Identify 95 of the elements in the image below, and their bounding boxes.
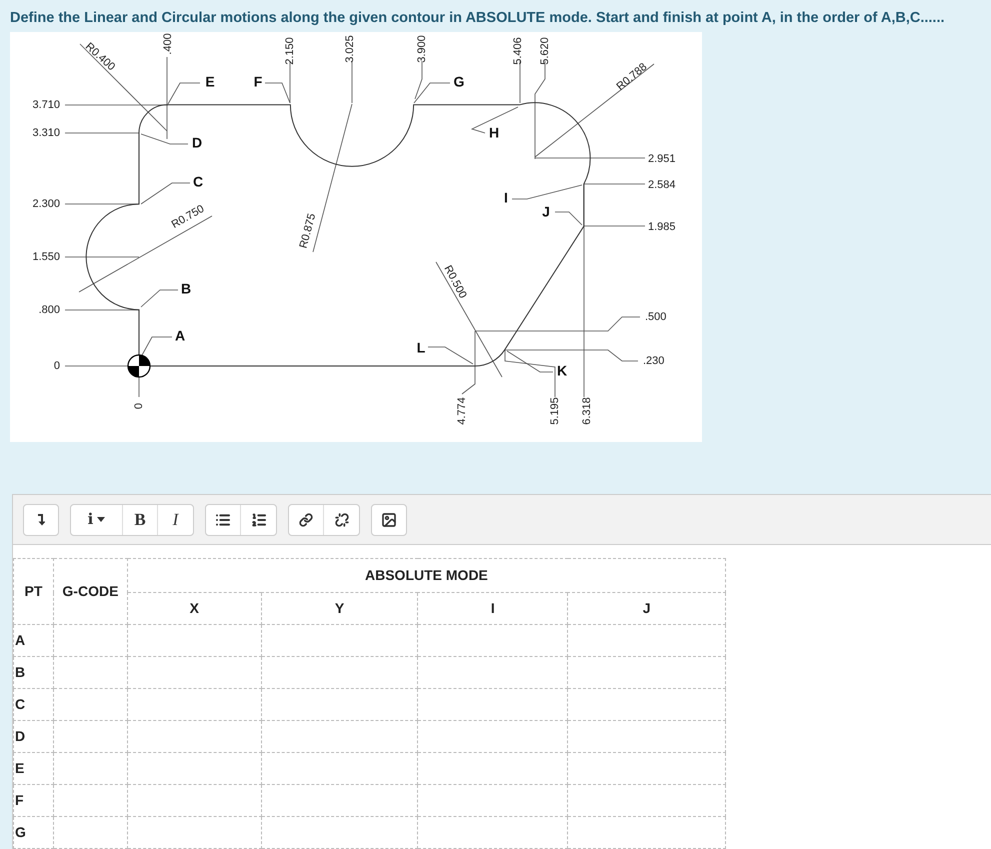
answer-cell[interactable] xyxy=(568,624,726,656)
radius-label: R0.875 xyxy=(298,212,318,250)
dimension-label: 0 xyxy=(54,360,60,372)
column-header: PT xyxy=(14,558,54,624)
dimension-label: 1.985 xyxy=(648,220,676,233)
answer-cell[interactable] xyxy=(261,720,418,752)
column-group-header: ABSOLUTE MODE xyxy=(127,558,726,592)
dimension-label: 3.900 xyxy=(416,35,428,63)
dimension-label: 3.310 xyxy=(32,126,60,139)
dimension-label: 4.774 xyxy=(456,397,468,425)
dimension-label: 2.951 xyxy=(648,152,676,165)
point-label: E xyxy=(205,74,215,90)
answer-cell[interactable] xyxy=(53,656,128,688)
answer-cell[interactable] xyxy=(53,752,128,784)
dimension-label: 5.620 xyxy=(538,37,551,65)
point-label: L xyxy=(416,340,426,356)
unlink-icon xyxy=(334,512,348,526)
point-label: J xyxy=(542,204,550,220)
column-header: J xyxy=(568,592,726,624)
point-label: K xyxy=(556,362,568,379)
arrow-down-icon xyxy=(37,514,45,526)
answer-cell[interactable] xyxy=(418,816,568,848)
point-cell: A xyxy=(14,624,54,656)
answer-cell[interactable] xyxy=(418,624,568,656)
answer-cell[interactable] xyxy=(568,688,726,720)
column-header: I xyxy=(418,592,568,624)
point-cell: C xyxy=(14,688,54,720)
answer-cell[interactable] xyxy=(418,656,568,688)
dimension-label: 6.318 xyxy=(580,397,593,425)
answer-cell[interactable] xyxy=(418,720,568,752)
answer-cell[interactable] xyxy=(127,816,262,848)
answer-cell[interactable] xyxy=(127,720,262,752)
dimension-label: .230 xyxy=(643,354,664,367)
point-label: F xyxy=(254,74,262,90)
point-label: A xyxy=(174,328,186,344)
answer-cell[interactable] xyxy=(261,784,418,816)
answer-cell[interactable] xyxy=(261,624,418,656)
answer-cell[interactable] xyxy=(127,656,262,688)
answer-cell[interactable] xyxy=(53,816,128,848)
point-cell: B xyxy=(14,656,54,688)
point-cell: F xyxy=(14,784,54,816)
dimension-label: 5.195 xyxy=(548,397,561,425)
answer-cell[interactable] xyxy=(568,784,726,816)
answer-cell[interactable] xyxy=(568,752,726,784)
dimension-label: 3.710 xyxy=(32,98,60,111)
origin-symbol-icon xyxy=(127,354,151,378)
answer-cell[interactable] xyxy=(261,688,418,720)
answer-cell[interactable] xyxy=(568,656,726,688)
answer-cell[interactable] xyxy=(568,720,726,752)
answer-cell[interactable] xyxy=(53,720,128,752)
answer-cell[interactable] xyxy=(53,688,128,720)
answer-cell[interactable] xyxy=(261,816,418,848)
image-icon xyxy=(381,512,397,528)
bold-button[interactable]: B xyxy=(123,504,158,534)
point-label: G xyxy=(454,74,464,90)
dimension-label: 1.550 xyxy=(32,250,60,263)
dimension-label: 2.300 xyxy=(32,198,60,210)
answer-cell[interactable] xyxy=(127,784,262,816)
dimension-label: 0 xyxy=(132,402,145,410)
point-cell: D xyxy=(14,720,54,752)
answer-cell[interactable] xyxy=(418,784,568,816)
dimension-label: 3.025 xyxy=(344,35,356,63)
link-icon xyxy=(299,512,313,526)
answer-cell[interactable] xyxy=(127,688,262,720)
italic-button[interactable]: I xyxy=(158,504,193,534)
numbered-list-icon xyxy=(250,512,266,528)
column-header: Y xyxy=(261,592,418,624)
point-cell: G xyxy=(14,816,54,848)
answer-cell[interactable] xyxy=(261,752,418,784)
point-label: H xyxy=(488,124,500,141)
point-label: C xyxy=(192,174,204,190)
answer-cell[interactable] xyxy=(53,624,128,656)
dimension-label: .500 xyxy=(645,310,666,323)
answer-cell[interactable] xyxy=(127,752,262,784)
dimension-label: 5.406 xyxy=(512,37,524,65)
caret-icon xyxy=(97,517,106,522)
dimension-label: .400 xyxy=(162,33,174,55)
point-label: D xyxy=(192,134,202,151)
bullet-list-icon xyxy=(215,512,231,528)
question-text: Define the Linear and Circular motions along the given contour in ABSOLUTE mode. Start and finish at point A, in the order of A,B,C...... xyxy=(9,9,946,28)
answer-cell[interactable] xyxy=(418,688,568,720)
point-cell: E xyxy=(14,752,54,784)
column-header: X xyxy=(127,592,262,624)
point-label: B xyxy=(180,280,192,297)
point-label: I xyxy=(504,190,508,206)
column-header: G-CODE xyxy=(53,558,128,624)
paragraph-style-button[interactable]: i xyxy=(71,504,123,534)
dimension-label: .800 xyxy=(38,304,60,316)
dimension-label: 2.150 xyxy=(284,37,296,65)
dimension-label: 2.584 xyxy=(648,178,676,191)
answer-cell[interactable] xyxy=(261,656,418,688)
answer-cell[interactable] xyxy=(418,752,568,784)
answer-cell[interactable] xyxy=(127,624,262,656)
answer-cell[interactable] xyxy=(53,784,128,816)
answer-cell[interactable] xyxy=(568,816,726,848)
